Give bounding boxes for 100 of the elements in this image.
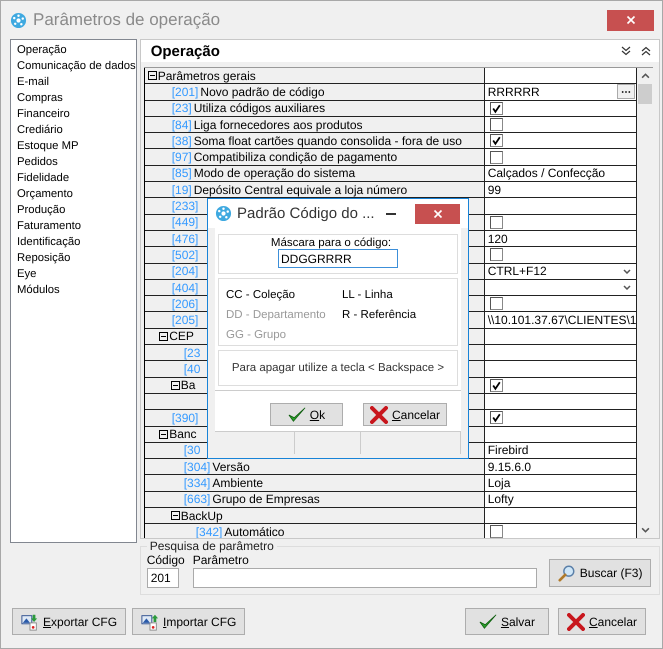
value-text: RRRRRR (488, 84, 541, 99)
app-icon (10, 12, 27, 28)
export-button[interactable]: Exportar CFG (12, 608, 126, 635)
collapse-icon[interactable] (148, 71, 157, 80)
group-label: Ba (180, 378, 196, 392)
sidebar-item[interactable]: Reposição (17, 250, 136, 266)
import-button[interactable]: Importar CFG (132, 608, 246, 635)
collapse-icon[interactable] (159, 332, 168, 341)
group-label: Banc (169, 427, 197, 442)
sidebar-item[interactable]: Compras (17, 90, 136, 106)
minimize-icon[interactable] (386, 212, 396, 214)
legend-text: DD - Departamento (226, 308, 327, 323)
checkbox[interactable] (490, 134, 503, 148)
parameter-code: [449] (172, 215, 198, 230)
parameter-label: Ambiente (212, 476, 264, 490)
parameter-code: [38] (172, 134, 192, 148)
sidebar-item[interactable]: Pedidos (17, 154, 136, 170)
parameter-label: Utiliza códigos auxiliares (194, 101, 326, 116)
cancel-button[interactable]: Cancelar (362, 403, 447, 426)
panel-title: Operação (150, 42, 221, 60)
parameter-code: [201] (172, 84, 198, 99)
scrollbar-thumb[interactable] (638, 84, 652, 104)
checkbox[interactable] (490, 216, 503, 229)
legend-text: CC - Coleção (226, 288, 296, 303)
dropdown-chevron-icon[interactable] (623, 285, 632, 290)
group-label: Parâmetros gerais (158, 68, 256, 83)
sidebar-item[interactable]: Comunicação de dados (17, 58, 136, 74)
value-text: 9.15.6.0 (488, 460, 532, 474)
checkmark-icon (478, 612, 497, 630)
sidebar-item[interactable]: Crediário (17, 122, 136, 138)
value-text: Lofty (488, 492, 515, 506)
scroll-down-icon[interactable] (640, 527, 650, 533)
parameter-code: [23] (172, 101, 192, 116)
code-field[interactable]: 201 (146, 568, 179, 588)
window-title: Parâmetros de operação (33, 10, 222, 30)
double-chevron-up-icon[interactable] (641, 46, 652, 56)
checkbox[interactable] (490, 525, 503, 538)
ellipsis-button[interactable] (617, 84, 636, 100)
value-text: 120 (488, 232, 509, 246)
collapse-icon[interactable] (170, 380, 180, 390)
parameter-code: [404] (172, 280, 198, 294)
checkbox[interactable] (490, 248, 503, 262)
parameter-code: [233] (172, 199, 198, 214)
sidebar-item[interactable]: Faturamento (17, 218, 136, 234)
sidebar-item[interactable]: Financeiro (17, 106, 136, 122)
parameter-code: [206] (172, 296, 198, 311)
checkbox[interactable] (490, 297, 503, 310)
sidebar-item[interactable]: Fidelidade (17, 170, 136, 186)
close-icon (432, 208, 442, 218)
magnifier-icon (558, 564, 576, 582)
parameter-code: [334] (184, 476, 210, 490)
parameter-label: Novo padrão de código (200, 84, 324, 99)
parameter-code: [502] (172, 248, 198, 262)
hint-text: Para apagar utilize a tecla < Backspace > (232, 362, 444, 374)
double-chevron-down-icon[interactable] (621, 46, 632, 56)
parameter-label: Depósito Central equivale a loja número (194, 182, 408, 197)
group-legend: Pesquisa de parâmetro (146, 539, 277, 553)
collapse-icon[interactable] (159, 430, 168, 439)
parameter-label: Liga fornecedores aos produtos (194, 118, 362, 132)
ok-button[interactable]: Ok (270, 403, 343, 426)
collapse-icon[interactable] (170, 511, 180, 520)
sidebar-item[interactable]: Orçamento (17, 186, 136, 202)
dropdown-chevron-icon[interactable] (623, 268, 632, 274)
sidebar-item[interactable]: E-mail (17, 74, 136, 90)
parameter-label: Modo de operação do sistema (194, 166, 356, 180)
parameter-label: Compatibiliza condição de pagamento (194, 150, 398, 164)
checkbox[interactable] (490, 150, 503, 164)
cancel-button[interactable]: Cancelar (558, 608, 646, 635)
app-icon (215, 205, 232, 222)
parameter-code: [204] (172, 264, 198, 278)
save-button[interactable]: Salvar (464, 608, 549, 635)
parameter-label: Automático (224, 524, 284, 538)
sidebar-item[interactable]: Produção (17, 202, 136, 218)
checkbox[interactable] (490, 378, 503, 392)
checkbox[interactable] (490, 411, 503, 424)
parameter-code: [390] (172, 410, 198, 425)
sidebar-item[interactable]: Eye (17, 266, 136, 282)
close-button[interactable] (415, 204, 460, 224)
sidebar-item[interactable]: Identificação (17, 234, 136, 250)
parameter-code: [30 (184, 443, 200, 458)
value-text: 99 (488, 182, 502, 197)
parameter-code: [85] (172, 166, 192, 180)
scroll-up-icon[interactable] (640, 73, 650, 79)
value-text: CTRL+F12 (488, 264, 548, 278)
close-button[interactable] (607, 10, 654, 30)
parameter-field[interactable] (192, 568, 537, 588)
checkbox[interactable] (490, 118, 503, 132)
mask-label: Máscara para o código: (270, 237, 392, 249)
checkmark-icon (288, 406, 306, 424)
parameter-label: Grupo de Empresas (212, 492, 320, 506)
parameter-code: [476] (172, 232, 198, 246)
sidebar-item[interactable]: Módulos (17, 282, 136, 298)
sidebar-item[interactable]: Operação (17, 42, 136, 58)
dialog-title: Padrão Código do ... (237, 205, 376, 222)
parameter-label: Versão (212, 460, 250, 474)
sidebar-item[interactable]: Estoque MP (17, 138, 136, 154)
parameter-code: [84] (172, 118, 192, 132)
mask-field[interactable]: DDGGRRRR (278, 249, 398, 268)
checkbox[interactable] (490, 102, 503, 115)
search-button[interactable]: Buscar (F3) (548, 559, 652, 587)
